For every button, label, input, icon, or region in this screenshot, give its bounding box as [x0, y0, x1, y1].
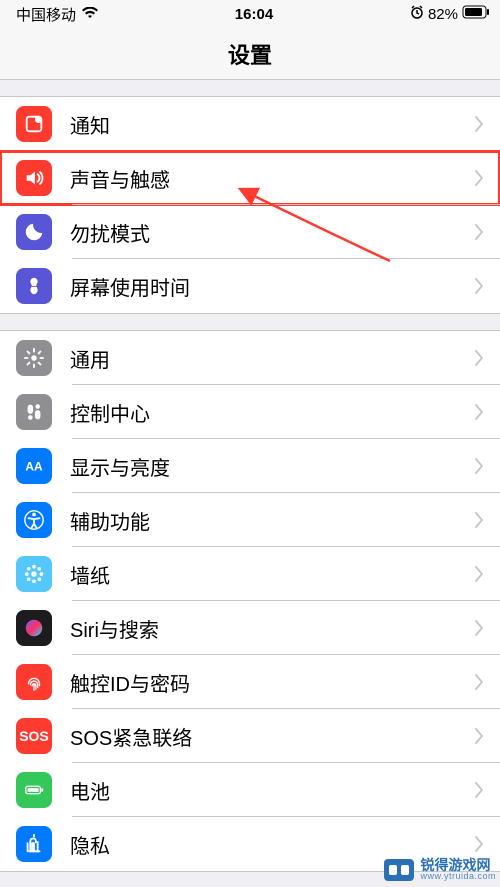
row-label: 墙纸 [70, 560, 474, 589]
row-label: 通知 [70, 110, 474, 139]
row-label: 控制中心 [70, 398, 474, 427]
chevron-right-icon [474, 620, 484, 636]
clock-label: 16:04 [235, 6, 273, 23]
dnd-row[interactable]: 勿扰模式 [0, 205, 500, 259]
watermark: 锐得游戏网 www.ytruida.com [384, 858, 496, 881]
chevron-right-icon [474, 224, 484, 240]
row-label: 电池 [70, 776, 474, 805]
row-label: 屏幕使用时间 [70, 272, 474, 301]
battery-row[interactable]: 电池 [0, 763, 500, 817]
row-label: 通用 [70, 344, 474, 373]
chevron-right-icon [474, 116, 484, 132]
row-label: 辅助功能 [70, 506, 474, 535]
wifi-icon [82, 6, 98, 23]
status-bar: 中国移动 16:04 82% [0, 0, 500, 28]
settings-group: 通用控制中心 AA 显示与亮度辅助功能墙纸 Siri与搜索触控ID与密码 SOS SOS紧… [0, 330, 500, 872]
accessibility-icon [16, 502, 52, 538]
chevron-right-icon [474, 512, 484, 528]
page-title: 设置 [228, 38, 272, 70]
watermark-logo-icon [384, 859, 414, 881]
chevron-right-icon [474, 170, 484, 186]
notifications-icon [16, 106, 52, 142]
control-center-icon [16, 394, 52, 430]
sos-row[interactable]: SOS SOS紧急联络 [0, 709, 500, 763]
touchid-row[interactable]: 触控ID与密码 [0, 655, 500, 709]
row-label: 显示与亮度 [70, 452, 474, 481]
siri-icon [16, 610, 52, 646]
chevron-right-icon [474, 278, 484, 294]
settings-group: 通知声音与触感勿扰模式屏幕使用时间 [0, 96, 500, 314]
chevron-right-icon [474, 728, 484, 744]
accessibility-row[interactable]: 辅助功能 [0, 493, 500, 547]
chevron-right-icon [474, 404, 484, 420]
general-icon [16, 340, 52, 376]
dnd-icon [16, 214, 52, 250]
chevron-right-icon [474, 566, 484, 582]
watermark-en: www.ytruida.com [420, 872, 496, 881]
alarm-icon [410, 5, 424, 23]
row-label: SOS紧急联络 [70, 722, 474, 751]
sounds-icon [16, 160, 52, 196]
chevron-right-icon [474, 458, 484, 474]
watermark-cn: 锐得游戏网 [420, 858, 496, 872]
row-label: 隐私 [70, 830, 474, 859]
nav-bar: 设置 [0, 28, 500, 80]
sounds-row[interactable]: 声音与触感 [0, 151, 500, 205]
row-label: Siri与搜索 [70, 614, 474, 643]
chevron-right-icon [474, 674, 484, 690]
general-row[interactable]: 通用 [0, 331, 500, 385]
control-center-row[interactable]: 控制中心 [0, 385, 500, 439]
chevron-right-icon [474, 782, 484, 798]
battery-icon [462, 5, 490, 23]
wallpaper-row[interactable]: 墙纸 [0, 547, 500, 601]
wallpaper-icon [16, 556, 52, 592]
chevron-right-icon [474, 836, 484, 852]
row-label: 触控ID与密码 [70, 668, 474, 697]
screentime-row[interactable]: 屏幕使用时间 [0, 259, 500, 313]
row-label: 勿扰模式 [70, 218, 474, 247]
carrier-label: 中国移动 [16, 4, 76, 25]
notifications-row[interactable]: 通知 [0, 97, 500, 151]
chevron-right-icon [474, 350, 484, 366]
touchid-icon [16, 664, 52, 700]
display-row[interactable]: AA 显示与亮度 [0, 439, 500, 493]
battery-percent-label: 82% [428, 6, 458, 23]
privacy-icon [16, 826, 52, 862]
battery-icon [16, 772, 52, 808]
screentime-icon [16, 268, 52, 304]
sos-icon: SOS [16, 718, 52, 754]
siri-row[interactable]: Siri与搜索 [0, 601, 500, 655]
display-icon: AA [16, 448, 52, 484]
svg-text:AA: AA [25, 460, 43, 474]
row-label: 声音与触感 [70, 164, 474, 193]
